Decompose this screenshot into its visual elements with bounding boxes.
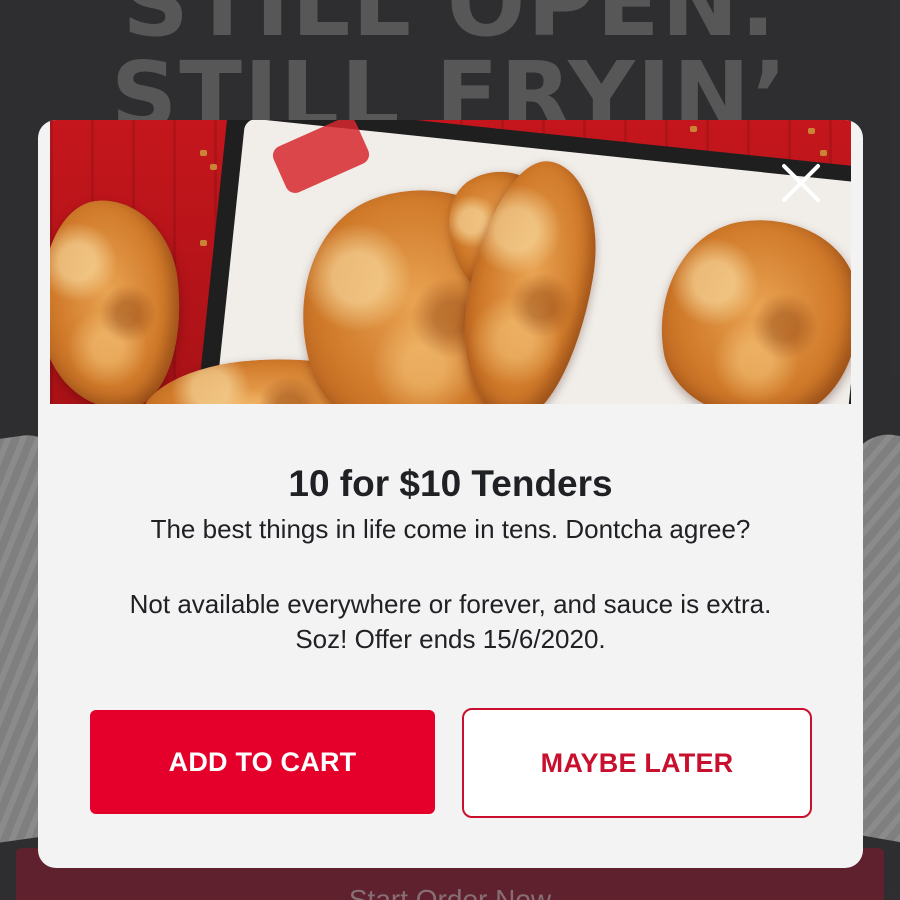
close-icon[interactable] (774, 156, 828, 210)
promo-modal: 10 for $10 Tenders The best things in li… (38, 120, 863, 868)
crumb (200, 240, 207, 246)
crumb (200, 150, 207, 156)
hero-image (50, 120, 851, 404)
crumb (808, 128, 815, 134)
maybe-later-button[interactable]: MAYBE LATER (462, 708, 812, 818)
offer-title: 10 for $10 Tenders (288, 463, 613, 504)
add-to-cart-label: ADD TO CART (168, 746, 357, 777)
chicken-tender (50, 193, 191, 404)
add-to-cart-button[interactable]: ADD TO CART (90, 710, 435, 814)
crumb (210, 164, 217, 170)
offer-disclaimer-line2: Soz! Offer ends 15/6/2020. (295, 624, 606, 654)
offer-subtitle: The best things in life come in tens. Do… (150, 514, 751, 544)
maybe-later-label: MAYBE LATER (540, 747, 734, 778)
offer-disclaimer-line1: Not available everywhere or forever, and… (129, 589, 772, 619)
crumb (690, 126, 697, 132)
